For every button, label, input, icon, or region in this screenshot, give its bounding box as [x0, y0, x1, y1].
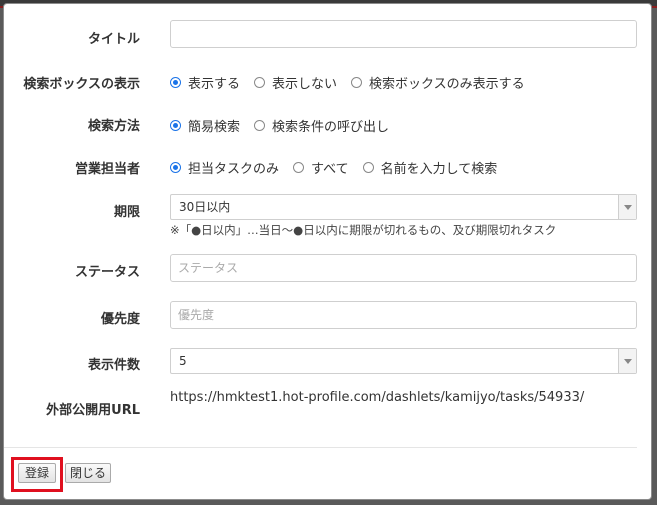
radio-searchbox-hide[interactable]: 表示しない — [254, 73, 337, 92]
radio-unchecked-icon — [362, 162, 374, 173]
count-select-value: 5 — [179, 354, 187, 368]
radio-searchbox-show[interactable]: 表示する — [170, 73, 240, 92]
dashlet-settings-modal: タイトル 検索ボックスの表示 表示する 表示しない 検索ボックスのみ表示する 検… — [3, 3, 652, 500]
status-input[interactable]: ステータス — [170, 254, 637, 282]
period-select[interactable]: 30日以内 — [170, 194, 637, 220]
radio-checked-icon — [170, 77, 181, 88]
count-select[interactable]: 5 — [170, 348, 637, 374]
radio-sales-mine[interactable]: 担当タスクのみ — [170, 158, 279, 177]
close-button[interactable]: 閉じる — [65, 463, 111, 483]
radio-unchecked-icon — [351, 77, 363, 88]
period-select-value: 30日以内 — [179, 200, 231, 214]
priority-label: 優先度 — [100, 312, 140, 327]
footer-divider — [4, 447, 637, 448]
radio-checked-icon — [170, 162, 181, 173]
chevron-down-icon — [618, 349, 636, 373]
method-label: 検索方法 — [87, 119, 140, 134]
searchbox-radio-group: 表示する 表示しない 検索ボックスのみ表示する — [170, 73, 539, 92]
period-label: 期限 — [113, 205, 140, 220]
title-input[interactable] — [170, 20, 637, 48]
radio-sales-name[interactable]: 名前を入力して検索 — [362, 158, 497, 177]
register-button[interactable]: 登録 — [18, 463, 56, 483]
priority-input[interactable]: 優先度 — [170, 301, 637, 329]
sales-label: 営業担当者 — [74, 162, 140, 177]
radio-unchecked-icon — [293, 162, 305, 173]
radio-checked-icon — [170, 120, 181, 131]
radio-method-saved[interactable]: 検索条件の呼び出し — [254, 116, 389, 135]
period-note: ※「●日以内」…当日～●日以内に期限が切れるもの、及び期限切れタスク — [170, 223, 557, 237]
count-label: 表示件数 — [87, 358, 140, 373]
chevron-down-icon — [618, 195, 636, 219]
radio-method-simple[interactable]: 簡易検索 — [170, 116, 240, 135]
sales-radio-group: 担当タスクのみ すべて 名前を入力して検索 — [170, 158, 511, 177]
status-label: ステータス — [74, 265, 140, 280]
url-label: 外部公開用URL — [46, 403, 140, 418]
radio-unchecked-icon — [254, 120, 266, 131]
method-radio-group: 簡易検索 検索条件の呼び出し — [170, 116, 403, 135]
radio-sales-all[interactable]: すべて — [293, 158, 349, 177]
radio-searchbox-only[interactable]: 検索ボックスのみ表示する — [351, 73, 525, 92]
searchbox-label: 検索ボックスの表示 — [23, 77, 140, 92]
title-label: タイトル — [87, 32, 140, 47]
public-url: https://hmktest1.hot-profile.com/dashlet… — [170, 390, 585, 405]
radio-unchecked-icon — [254, 77, 266, 88]
